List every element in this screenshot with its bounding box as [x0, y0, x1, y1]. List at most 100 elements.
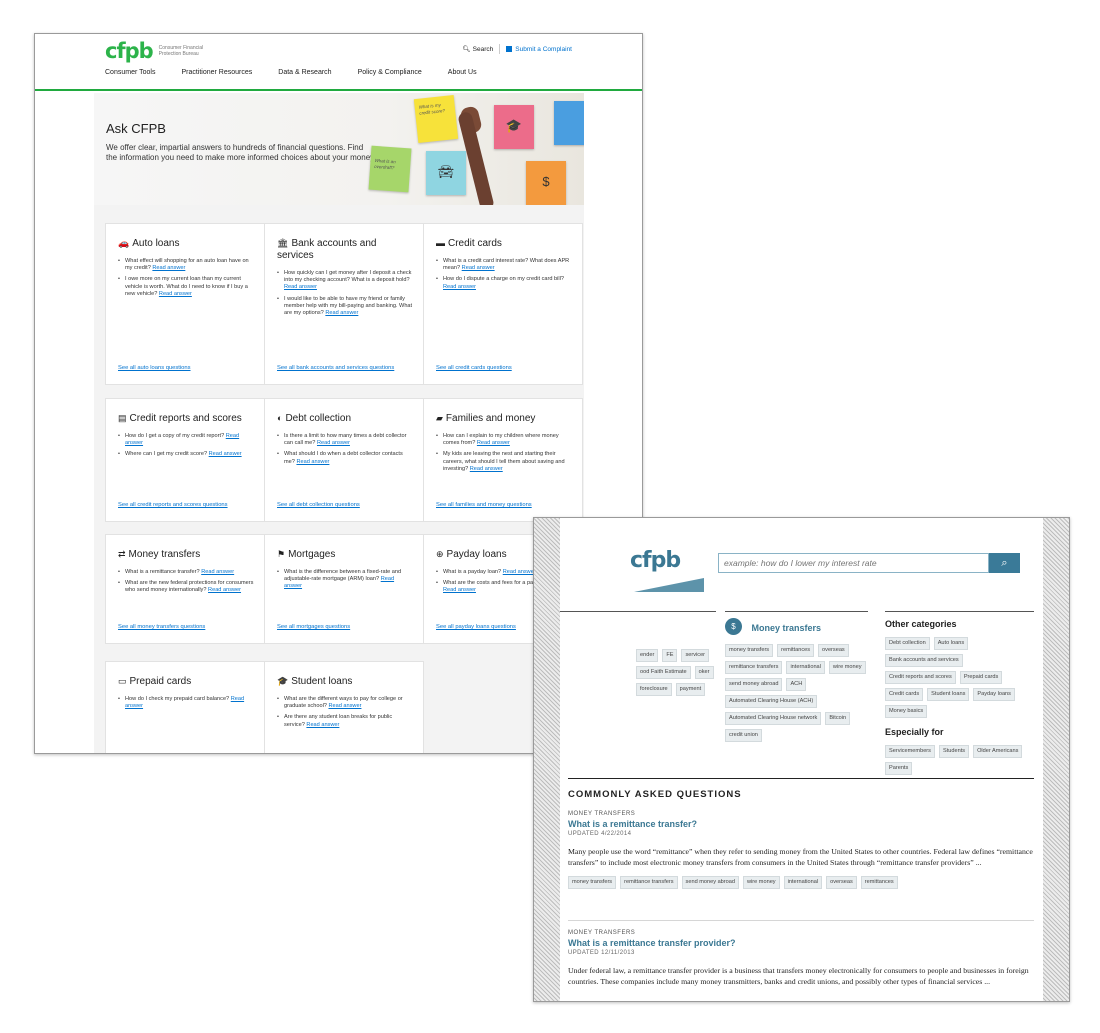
tag[interactable]: Servicemembers	[885, 745, 935, 758]
read-answer-link[interactable]: Read answer	[470, 466, 503, 472]
tag[interactable]: Automated Clearing House network	[725, 712, 822, 725]
tag[interactable]: payment	[675, 683, 706, 696]
tag[interactable]: credit union	[725, 729, 762, 742]
card-title[interactable]: Mortgages	[288, 549, 335, 560]
card-title[interactable]: Auto loans	[132, 238, 179, 249]
divider	[499, 44, 501, 54]
see-all-link[interactable]: See all money transfers questions	[118, 624, 248, 631]
tag[interactable]: Bank accounts and services	[885, 654, 963, 667]
see-all-link[interactable]: See all debt collection questions	[277, 502, 407, 509]
tag[interactable]: money transfers	[725, 644, 774, 657]
card-title[interactable]: Prepaid cards	[130, 676, 192, 687]
card-title[interactable]: Debt collection	[285, 413, 351, 424]
search-input[interactable]	[718, 553, 989, 573]
read-answer-link[interactable]: Read answer	[443, 284, 476, 290]
see-all-link[interactable]: See all families and money questions	[436, 502, 566, 509]
question-item: What is the difference between a fixed-r…	[277, 569, 413, 591]
see-all-link[interactable]: See all credit reports and scores questi…	[118, 502, 248, 509]
read-answer-link[interactable]: Read answer	[328, 703, 361, 709]
tag[interactable]: remittance transfers	[725, 661, 783, 674]
see-all-link[interactable]: See all auto loans questions	[118, 365, 248, 372]
tag[interactable]: ender	[636, 649, 659, 662]
tag[interactable]: Parents	[885, 762, 913, 775]
tag[interactable]: send money abroad	[725, 678, 783, 691]
tag[interactable]: Credit reports and scores	[885, 671, 956, 684]
tag[interactable]: Student loans	[927, 688, 970, 701]
tag[interactable]: Bitcoin	[825, 712, 851, 725]
read-answer-link[interactable]: Read answer	[296, 459, 329, 465]
cfpb-logo[interactable]: cfpb	[630, 548, 681, 573]
see-all-link[interactable]: See all credit cards questions	[436, 365, 566, 372]
card-title[interactable]: Money transfers	[129, 549, 201, 560]
tag[interactable]: Credit cards	[885, 688, 924, 701]
read-answer-link[interactable]: Read answer	[284, 284, 317, 290]
tag[interactable]: send money abroad	[681, 876, 739, 889]
read-answer-link[interactable]: Read answer	[152, 265, 185, 271]
nav-about-us[interactable]: About Us	[448, 69, 477, 76]
read-answer-link[interactable]: Read answer	[306, 722, 339, 728]
nav-data-research[interactable]: Data & Research	[278, 69, 331, 76]
tag[interactable]: Money basics	[885, 705, 928, 718]
card-title[interactable]: Student loans	[291, 676, 352, 687]
bank-icon: 🏛	[277, 238, 289, 248]
search-button[interactable]: ⌕	[989, 553, 1020, 573]
tag[interactable]: ACH	[786, 678, 807, 691]
category-title[interactable]: Money transfers	[751, 623, 821, 633]
read-answer-link[interactable]: Read answer	[325, 310, 358, 316]
tag[interactable]: ood Faith Estimate	[636, 666, 691, 679]
tag[interactable]: Auto loans	[933, 637, 969, 650]
card-prepaid-cards: ▭Prepaid cards How do I check my prepaid…	[105, 661, 265, 753]
tag[interactable]: wire money	[828, 661, 866, 674]
read-answer-link[interactable]: Read answer	[209, 451, 242, 457]
nav-consumer-tools[interactable]: Consumer Tools	[105, 69, 155, 76]
tag[interactable]: overseas	[826, 876, 857, 889]
tag[interactable]: wire money	[743, 876, 780, 889]
submit-complaint-link[interactable]: Submit a Complaint	[506, 46, 572, 53]
see-all-link[interactable]: See all mortgages questions	[277, 624, 407, 631]
card-credit-reports: ▤Credit reports and scores How do I get …	[105, 398, 265, 522]
card-title[interactable]: Payday loans	[447, 549, 507, 560]
tag[interactable]: remittances	[860, 876, 898, 889]
tag[interactable]: oker	[694, 666, 714, 679]
read-answer-link[interactable]: Read answer	[159, 291, 192, 297]
nav-practitioner-resources[interactable]: Practitioner Resources	[181, 69, 252, 76]
search-link[interactable]: 🔍︎ Search	[462, 45, 493, 54]
question-item: Are there any student loan breaks for pu…	[277, 714, 413, 728]
tag[interactable]: Older Americans	[973, 745, 1023, 758]
search-icon: 🔍︎	[462, 46, 471, 53]
main-nav: Consumer Tools Practitioner Resources Da…	[105, 69, 503, 76]
card-title[interactable]: Credit reports and scores	[130, 413, 242, 424]
tag[interactable]: Payday loans	[973, 688, 1015, 701]
card-title[interactable]: Credit cards	[448, 238, 502, 249]
read-answer-link[interactable]: Read answer	[443, 587, 476, 593]
tag[interactable]: Automated Clearing House (ACH)	[725, 695, 818, 708]
tag[interactable]: Prepaid cards	[959, 671, 1003, 684]
money-transfers-column: $ Money transfers money transfers remitt…	[725, 611, 868, 742]
tag[interactable]: FE	[662, 649, 678, 662]
read-answer-link[interactable]: Read answer	[477, 440, 510, 446]
tag[interactable]: overseas	[818, 644, 849, 657]
flag-icon: ⚑	[277, 549, 286, 559]
read-answer-link[interactable]: Read answer	[201, 569, 234, 575]
read-answer-link[interactable]: Read answer	[503, 569, 536, 575]
tag[interactable]: Debt collection	[885, 637, 930, 650]
tag[interactable]: money transfers	[568, 876, 617, 889]
nav-policy-compliance[interactable]: Policy & Compliance	[358, 69, 422, 76]
card-title[interactable]: Bank accounts and services	[277, 238, 377, 261]
card-title[interactable]: Families and money	[446, 413, 535, 424]
tag[interactable]: servicer	[681, 649, 710, 662]
read-answer-link[interactable]: Read answer	[317, 440, 350, 446]
read-answer-link[interactable]: Read answer	[462, 265, 495, 271]
tag[interactable]: international	[783, 876, 823, 889]
tag[interactable]: remittance transfers	[620, 876, 678, 889]
read-answer-link[interactable]: Read answer	[208, 587, 241, 593]
faq-question-link[interactable]: What is a remittance transfer provider?	[568, 938, 1034, 948]
card-mortgages: ⚑Mortgages What is the difference betwee…	[264, 534, 424, 644]
tag[interactable]: remittances	[777, 644, 815, 657]
faq-question-link[interactable]: What is a remittance transfer?	[568, 819, 1034, 829]
tag[interactable]: Students	[938, 745, 970, 758]
cfpb-logo[interactable]: cfpb Consumer Financial Protection Burea…	[105, 39, 219, 63]
tag[interactable]: international	[786, 661, 825, 674]
see-all-link[interactable]: See all bank accounts and services quest…	[277, 365, 407, 372]
tag[interactable]: foreclosure	[636, 683, 672, 696]
